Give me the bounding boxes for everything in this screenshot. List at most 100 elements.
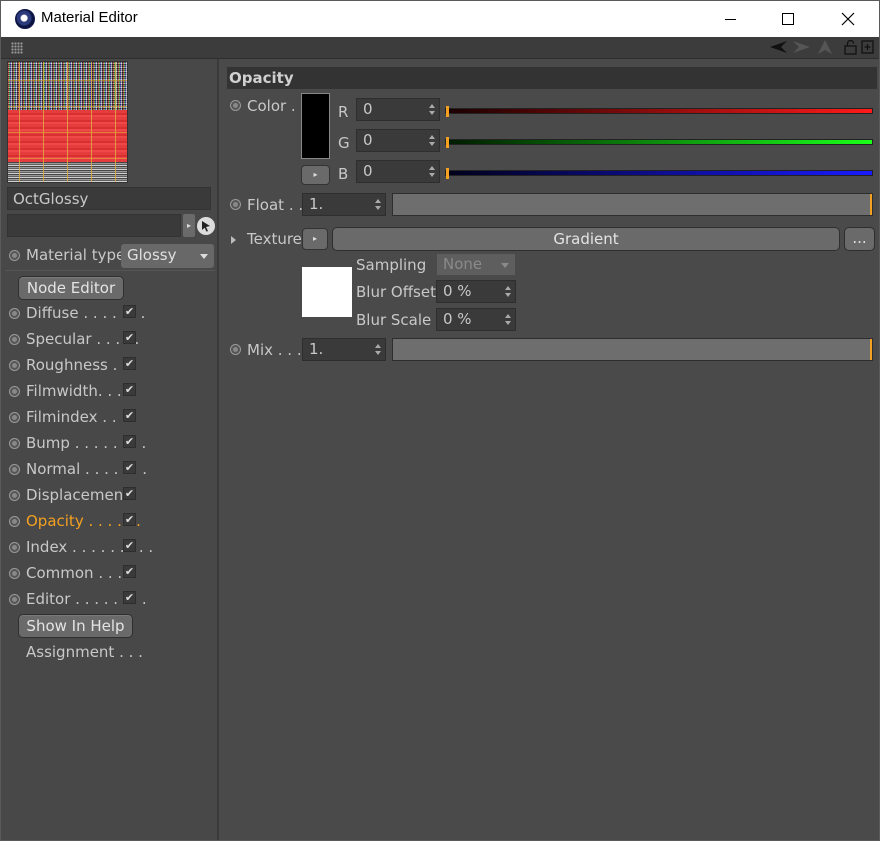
minimize-button[interactable] [701,1,759,37]
green-slider-knob[interactable] [446,137,449,148]
channel-checkbox[interactable]: ✔ [123,461,136,474]
mix-slider-knob[interactable] [870,339,872,360]
red-slider-knob[interactable] [446,106,449,117]
material-name-field[interactable]: OctGlossy [7,187,211,210]
mix-value-field[interactable]: 1. [302,338,386,361]
channel-checkbox[interactable]: ✔ [123,591,136,604]
red-value-field[interactable]: 0 [356,98,440,121]
channel-filmindex[interactable]: Filmindex . . . . ✔ [9,408,139,428]
spinner-icon[interactable] [505,314,511,326]
channel-editor[interactable]: Editor . . . . . . . . ✔ [9,590,147,610]
close-button[interactable] [819,1,877,37]
channel-specular[interactable]: Specular . . . . . ✔ [9,330,139,350]
color-swatch[interactable] [301,93,330,159]
channel-checkbox[interactable]: ✔ [123,357,136,370]
new-window-icon[interactable] [861,40,874,54]
channel-checkbox[interactable]: ✔ [123,487,136,500]
blur-offset-field[interactable]: 0 % [436,280,516,303]
float-value-field[interactable]: 1. [302,193,386,216]
channel-checkbox[interactable]: ✔ [123,539,136,552]
channel-radio[interactable] [9,360,20,371]
layer-field[interactable] [7,214,181,237]
channel-radio[interactable] [9,568,20,579]
divider [5,270,215,271]
channel-bump[interactable]: Bump . . . . . . . . ✔ [9,434,146,454]
channel-radio[interactable] [9,386,20,397]
title-bar: Material Editor [1,1,879,37]
texture-arrow-button[interactable]: ▸ [302,228,328,250]
spinner-icon[interactable] [375,344,381,356]
channel-normal[interactable]: Normal . . . . . . . ✔ [9,460,147,480]
green-value-field[interactable]: 0 [356,129,440,152]
spinner-icon[interactable] [375,199,381,211]
float-slider[interactable] [392,193,873,216]
green-channel-label: G [338,134,350,152]
channel-checkbox[interactable]: ✔ [123,565,136,578]
channel-radio[interactable] [9,464,20,475]
channel-checkbox[interactable]: ✔ [123,409,136,422]
blur-scale-field[interactable]: 0 % [436,308,516,331]
channel-common[interactable]: Common . . . . ✔ [9,564,139,584]
channel-radio[interactable] [9,594,20,605]
maximize-button[interactable] [759,1,817,37]
material-preview[interactable] [7,61,128,183]
channel-checkbox[interactable]: ✔ [123,331,136,344]
show-in-help-button[interactable]: Show In Help [18,614,133,638]
green-slider[interactable] [445,137,873,148]
nav-back-icon[interactable] [769,40,789,54]
channel-diffuse[interactable]: Diffuse . . . . . . . ✔ [9,304,145,324]
color-radio[interactable] [230,100,241,111]
nav-up-icon[interactable] [817,39,833,55]
material-type-select[interactable]: Glossy [121,244,214,268]
red-slider[interactable] [445,106,873,117]
channel-radio[interactable] [9,308,20,319]
channel-radio[interactable] [9,542,20,553]
spinner-icon[interactable] [505,286,511,298]
channel-radio[interactable] [9,438,20,449]
channel-filmwidth[interactable]: Filmwidth. . . . ✔ [9,382,139,402]
blue-slider[interactable] [445,168,873,179]
material-editor-window: Material Editor OctGlossy ▸ Material typ… [0,0,880,841]
channel-checkbox[interactable]: ✔ [123,383,136,396]
texture-more-button[interactable]: ... [844,227,875,251]
expand-triangle-icon[interactable] [231,236,236,244]
minimize-icon [724,18,736,20]
mix-radio[interactable] [230,344,241,355]
blue-slider-knob[interactable] [446,168,449,179]
channel-index[interactable]: Index . . . . . . . . . ✔ [9,538,153,558]
channel-label: Displacement [26,486,130,504]
channel-opacity[interactable]: Opacity . . . . . . ✔ [9,512,141,532]
lock-icon[interactable] [844,40,857,55]
node-editor-button[interactable]: Node Editor [18,276,124,300]
nav-forward-icon[interactable] [791,40,811,54]
spinner-icon[interactable] [429,135,435,147]
picker-cursor-icon[interactable] [197,217,215,235]
spinner-icon[interactable] [429,166,435,178]
float-slider-knob[interactable] [870,194,872,215]
channel-radio[interactable] [9,334,20,345]
assignment-tab[interactable]: Assignment . . . [26,643,143,661]
texture-thumbnail[interactable] [302,267,352,317]
spinner-icon[interactable] [429,104,435,116]
red-value: 0 [363,100,373,118]
channel-checkbox[interactable]: ✔ [123,435,136,448]
channel-checkbox[interactable]: ✔ [123,513,136,526]
blue-channel-label: B [338,165,349,183]
blue-value-field[interactable]: 0 [356,160,440,183]
texture-shader-button[interactable]: Gradient [332,227,840,251]
material-type-radio[interactable] [9,250,20,261]
channel-roughness[interactable]: Roughness . . ✔ [9,356,139,376]
float-radio[interactable] [230,199,241,210]
preview-grid-lines-horizontal [8,62,127,182]
float-value: 1. [309,195,324,213]
channel-radio[interactable] [9,490,20,501]
channel-checkbox[interactable]: ✔ [123,305,136,318]
channel-radio[interactable] [9,412,20,423]
color-expand-button[interactable]: ▸ [301,165,330,185]
layer-arrow-button[interactable]: ▸ [183,214,195,237]
channel-radio[interactable] [9,516,20,527]
chevron-down-icon [501,263,509,268]
channel-displacement[interactable]: Displacement ✔ [9,486,139,506]
grip-icon[interactable] [11,42,23,54]
mix-slider[interactable] [392,338,873,361]
